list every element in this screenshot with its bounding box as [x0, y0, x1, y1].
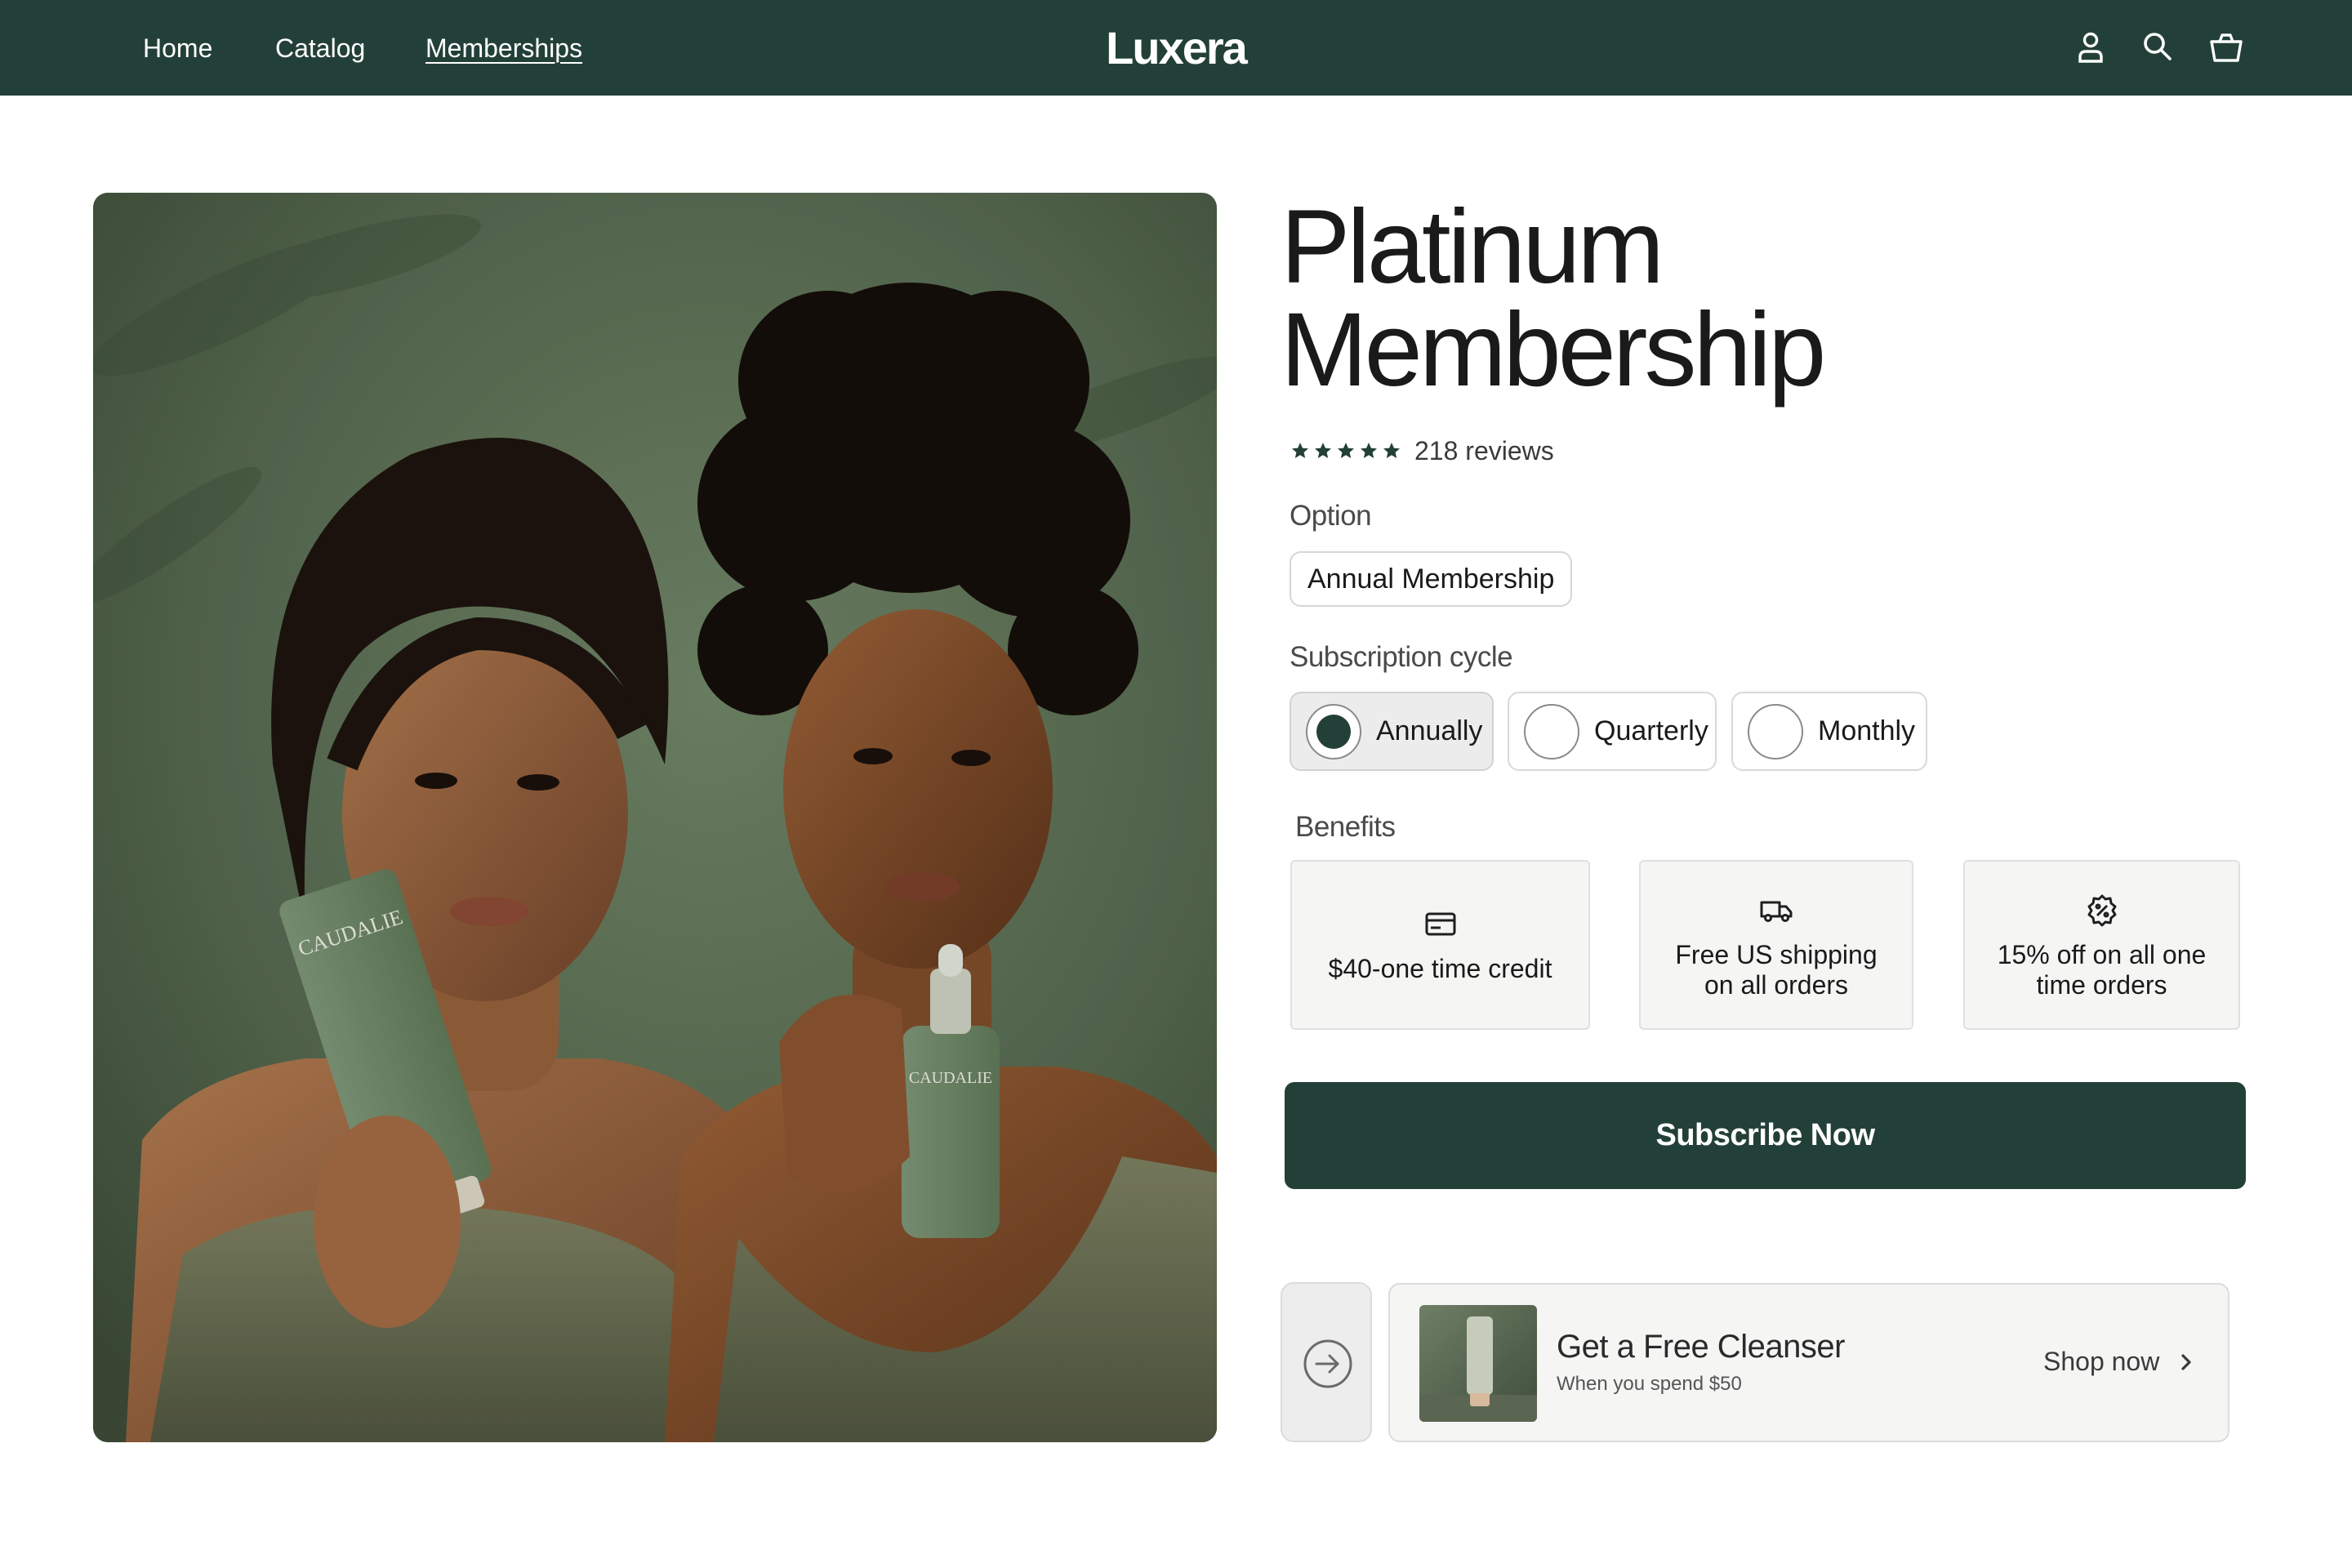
subscribe-now-button[interactable]: Subscribe Now	[1285, 1082, 2246, 1189]
page-title: Platinum Membership	[1281, 195, 2261, 403]
benefit-card-shipping: Free US shipping on all orders	[1639, 860, 1913, 1030]
radio-button[interactable]	[1524, 703, 1579, 760]
benefits-label: Benefits	[1295, 811, 1396, 843]
benefit-text-line-1: Free US shipping	[1675, 940, 1878, 969]
promo-subtitle: When you spend $50	[1557, 1373, 1742, 1395]
reviews-link[interactable]: 218 reviews	[1414, 436, 1554, 466]
nav-home-link[interactable]: Home	[143, 31, 212, 65]
cycle-option-annually[interactable]: Annually	[1290, 692, 1494, 771]
promo-next-button[interactable]	[1281, 1282, 1372, 1442]
benefit-text-line-2: time orders	[2036, 970, 2167, 1000]
star-rating	[1290, 441, 1401, 461]
truck-icon	[1758, 893, 1794, 929]
benefit-text-line-2: on all orders	[1704, 970, 1849, 1000]
arrow-right-circle-icon	[1303, 1339, 1352, 1388]
benefit-card-credit: $40-one time credit	[1290, 860, 1590, 1030]
star-icon	[1383, 443, 1400, 458]
benefit-text: $40-one time credit	[1328, 954, 1552, 983]
title-line-2: Membership	[1281, 292, 1826, 408]
nav-catalog-link[interactable]: Catalog	[275, 31, 365, 65]
benefit-text-line-1: 15% off on all one	[1997, 940, 2207, 969]
brand-logo[interactable]: Luxera	[1094, 21, 1258, 75]
star-icon	[1292, 443, 1308, 458]
benefit-card-discount: 15% off on all one time orders	[1963, 860, 2240, 1030]
promo-product-image	[1419, 1305, 1537, 1422]
discount-badge-icon	[2084, 893, 2120, 929]
cycle-option-quarterly[interactable]: Quarterly	[1508, 692, 1717, 771]
cart-icon[interactable]	[2206, 28, 2247, 69]
cycle-option-label: Annually	[1376, 715, 1483, 746]
credit-card-icon	[1423, 906, 1459, 942]
option-label: Option	[1290, 500, 1372, 532]
nav-memberships-link[interactable]: Memberships	[425, 31, 582, 65]
cycle-option-label: Quarterly	[1594, 715, 1708, 746]
site-header: Home Catalog Memberships Luxera	[0, 0, 2352, 96]
radio-button[interactable]	[1306, 703, 1361, 760]
option-annual-membership[interactable]: Annual Membership	[1290, 551, 1573, 607]
star-icon	[1338, 443, 1354, 458]
star-icon	[1361, 443, 1377, 458]
promo-title: Get a Free Cleanser	[1557, 1329, 1845, 1365]
cycle-option-label: Monthly	[1818, 715, 1916, 746]
shop-now-link[interactable]: Shop now	[2043, 1347, 2159, 1377]
radio-button[interactable]	[1748, 703, 1803, 760]
rating-row: 218 reviews	[1290, 434, 1554, 467]
chevron-right-icon[interactable]	[2174, 1350, 2198, 1374]
hero-image: CAUDALIE CAUDALIE	[93, 193, 1217, 1442]
title-line-1: Platinum	[1281, 189, 1664, 305]
cycle-option-monthly[interactable]: Monthly	[1731, 692, 1927, 771]
user-icon[interactable]	[2070, 28, 2111, 69]
search-icon[interactable]	[2138, 28, 2179, 69]
star-icon	[1315, 443, 1331, 458]
promo-banner[interactable]: Get a Free Cleanser When you spend $50 S…	[1388, 1283, 2230, 1442]
subscription-cycle-label: Subscription cycle	[1290, 641, 1513, 673]
